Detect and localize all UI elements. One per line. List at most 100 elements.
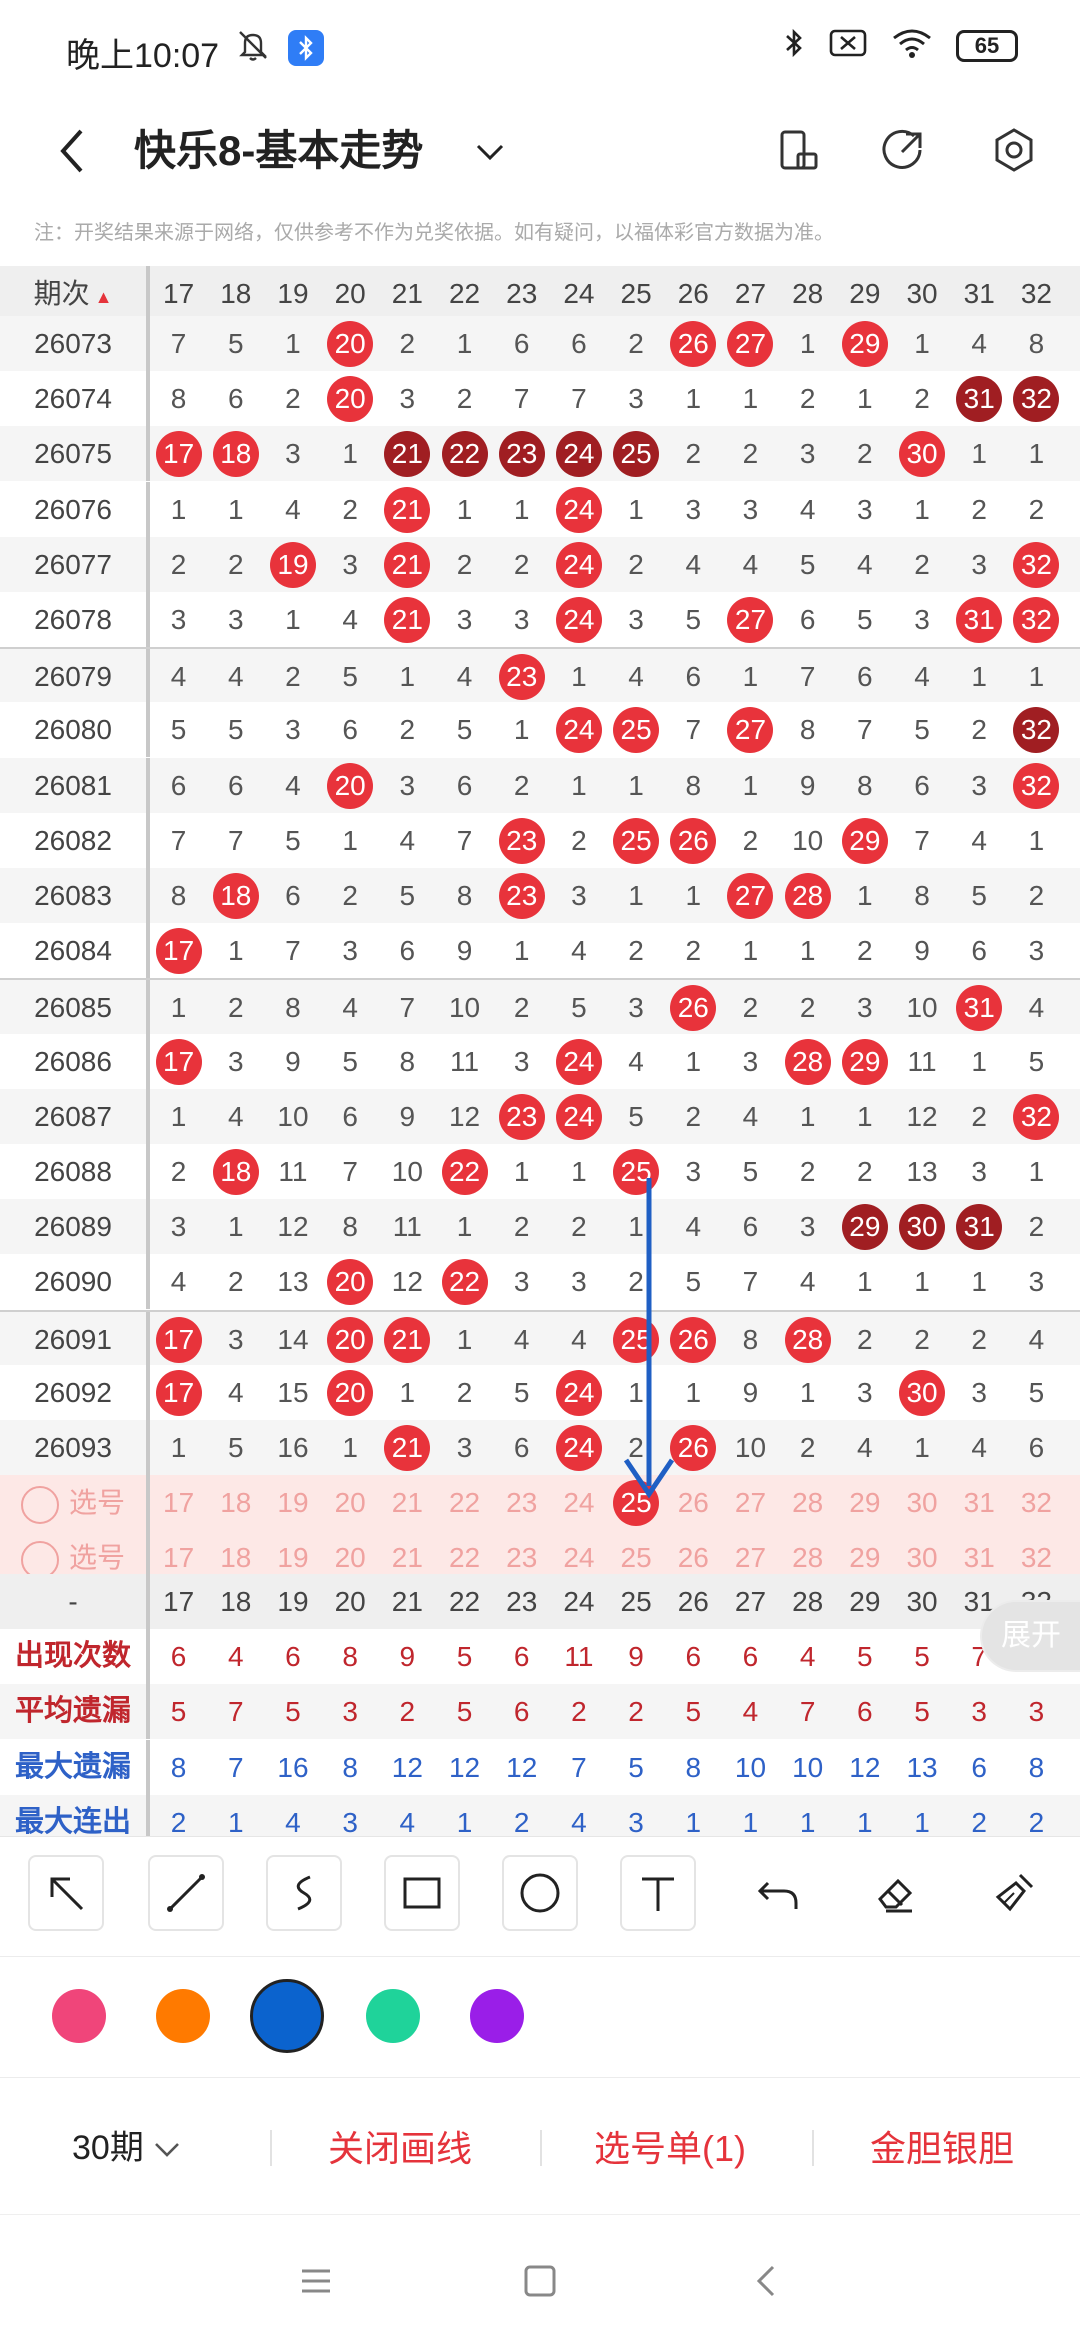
miss-count-cell: 2 <box>227 548 244 580</box>
miss-count-cell: 4 <box>742 1100 759 1132</box>
color-swatch-blue[interactable] <box>250 1979 324 2053</box>
select-number-17[interactable]: 17 <box>150 1475 207 1530</box>
column-header-24: 24 <box>563 1586 595 1617</box>
number-ball: 28 <box>784 873 831 919</box>
color-swatch-pink[interactable] <box>52 1989 106 2043</box>
miss-count-cell: 6 <box>914 769 930 801</box>
stats-value: 9 <box>399 1641 416 1673</box>
number-ball: 21 <box>384 1316 431 1363</box>
miss-count-cell: 1 <box>857 383 873 415</box>
select-number-19[interactable]: 19 <box>264 1475 321 1530</box>
miss-count-cell: 8 <box>1028 328 1045 359</box>
select-number-22[interactable]: 22 <box>436 1475 493 1530</box>
number-ball: 32 <box>1013 376 1060 423</box>
select-number-21[interactable]: 21 <box>379 1475 436 1530</box>
select-number-31[interactable]: 31 <box>951 1475 1008 1530</box>
miss-count-cell: 6 <box>1028 1432 1045 1463</box>
miss-count-cell: 13 <box>906 1156 938 1187</box>
select-number-23[interactable]: 23 <box>493 1475 550 1530</box>
drawn-number-cell: 20 <box>322 1365 379 1420</box>
bluetooth-icon <box>782 26 806 65</box>
miss-count-cell: 3 <box>170 1211 187 1243</box>
miss-count-cell: 7 <box>342 1156 358 1187</box>
number-ball: 19 <box>269 541 316 588</box>
drawn-number-cell: 17 <box>150 923 207 978</box>
phone-rotate-icon <box>780 130 818 170</box>
expand-button[interactable]: 展开 <box>982 1602 1080 1670</box>
select-number-28[interactable]: 28 <box>779 1475 836 1530</box>
select-number-32[interactable]: 32 <box>1008 1475 1065 1530</box>
page-title[interactable]: 快乐8-基本走势 <box>134 116 423 186</box>
miss-count-cell: 4 <box>342 992 358 1024</box>
miss-count-cell: 5 <box>628 1100 644 1132</box>
curve-tool[interactable] <box>266 1855 342 1931</box>
miss-count-cell: 12 <box>391 1266 423 1298</box>
select-number-29[interactable]: 29 <box>836 1475 893 1530</box>
back-button[interactable] <box>42 116 102 186</box>
rotate-screen-button[interactable] <box>762 114 834 186</box>
rectangle-tool[interactable] <box>384 1855 460 1931</box>
share-button[interactable] <box>868 114 940 186</box>
select-number-18[interactable]: 18 <box>207 1475 264 1530</box>
gold-silver-button[interactable]: 金胆银胆 <box>870 2120 1014 2172</box>
circle-tool[interactable] <box>502 1855 578 1931</box>
select-number-27[interactable]: 27 <box>722 1475 779 1530</box>
stats-value: 6 <box>513 1641 530 1673</box>
close-line-button[interactable]: 关闭画线 <box>328 2120 472 2172</box>
drawn-number-cell: 24 <box>550 592 607 647</box>
eraser-icon <box>878 1878 913 1913</box>
stats-value: 5 <box>285 1696 301 1728</box>
miss-count-cell: 4 <box>799 493 816 525</box>
title-dropdown-button[interactable] <box>470 124 510 180</box>
select-number-26[interactable]: 26 <box>665 1475 722 1530</box>
miss-count-cell: 8 <box>742 1323 759 1355</box>
color-swatch-purple[interactable] <box>470 1989 524 2043</box>
period-sort-header[interactable]: 期次 ▲ <box>0 266 150 321</box>
arrow-tool[interactable] <box>28 1855 104 1931</box>
undo-tool[interactable] <box>740 1855 816 1931</box>
drawn-number-cell: 18 <box>207 426 264 481</box>
selected-number-ball[interactable]: 25 <box>613 1480 660 1527</box>
period-select[interactable]: 30期 <box>72 2120 181 2169</box>
miss-count-cell: 1 <box>628 1211 644 1243</box>
column-header-28: 28 <box>792 1586 824 1617</box>
eraser-tool[interactable] <box>858 1855 934 1931</box>
miss-count-cell: 1 <box>342 1432 358 1463</box>
miss-count-cell: 2 <box>571 824 587 856</box>
drawn-number-cell: 18 <box>207 868 264 923</box>
drawn-number-cell: 24 <box>550 537 607 592</box>
menu-nav-button[interactable] <box>286 2251 346 2311</box>
miss-count-cell: 1 <box>571 769 587 801</box>
line-tool[interactable] <box>148 1855 224 1931</box>
select-toggle[interactable]: 选号 <box>0 1475 150 1531</box>
number-ball: 25 <box>613 1149 660 1195</box>
radio-icon[interactable] <box>20 1485 59 1524</box>
back-nav-button[interactable] <box>736 2251 796 2311</box>
pick-list-button[interactable]: 选号单(1) <box>594 2120 746 2172</box>
select-number-24[interactable]: 24 <box>550 1475 607 1530</box>
clear-tool[interactable] <box>976 1855 1052 1931</box>
miss-count-cell: 2 <box>685 1100 702 1132</box>
text-tool[interactable] <box>620 1855 696 1931</box>
stats-value: 4 <box>285 1806 301 1836</box>
select-number-25[interactable]: 25 <box>608 1475 665 1530</box>
home-nav-button[interactable] <box>510 2251 570 2311</box>
miss-count-cell: 2 <box>971 493 987 525</box>
color-swatch-green[interactable] <box>366 1989 420 2043</box>
miss-count-cell: 9 <box>742 1376 759 1408</box>
drawn-number-cell: 30 <box>893 426 950 481</box>
miss-count-cell: 10 <box>906 992 938 1024</box>
stats-value: 11 <box>564 1641 594 1673</box>
select-number-30[interactable]: 30 <box>893 1475 950 1530</box>
settings-button[interactable] <box>978 114 1050 186</box>
miss-count-cell: 1 <box>857 1100 873 1132</box>
column-header-26: 26 <box>677 1586 709 1617</box>
number-ball: 30 <box>899 431 946 478</box>
color-swatch-orange[interactable] <box>156 1989 210 2043</box>
miss-count-cell: 4 <box>227 661 244 693</box>
select-number-20[interactable]: 20 <box>322 1475 379 1530</box>
arrow-up-left-icon <box>50 1877 84 1911</box>
miss-count-cell: 2 <box>513 548 530 580</box>
miss-count-cell: 1 <box>170 493 187 525</box>
miss-count-cell: 4 <box>456 661 473 693</box>
